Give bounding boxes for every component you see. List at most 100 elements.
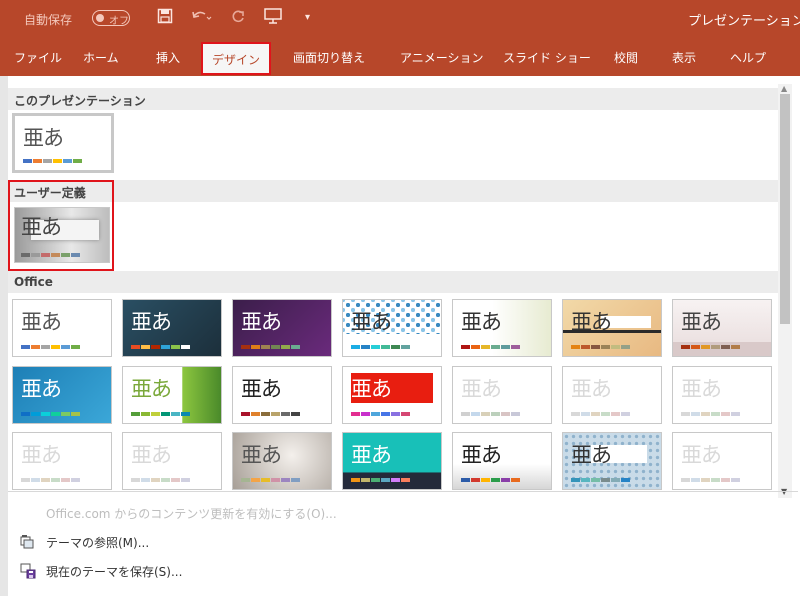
theme-thumbnail-current[interactable]: 亜あ [12,113,114,173]
section-header-office: Office [8,271,778,293]
color-swatches [681,478,740,482]
color-swatches [241,412,300,416]
theme-sample-text: 亜あ [21,443,62,467]
theme-thumbnail-office-13[interactable]: 亜あ [562,366,662,424]
gallery-scrollbar[interactable]: ▲ ▼ [778,84,792,498]
scrollbar-thumb[interactable] [780,94,790,324]
theme-sample-text: 亜あ [681,443,722,467]
theme-sample-text: 亜あ [351,443,392,467]
theme-sample-text: 亜あ [681,377,722,401]
start-slideshow-icon[interactable] [264,8,282,29]
tab-review[interactable]: 校閲 [614,49,638,66]
theme-thumbnail-custom[interactable]: 亜あ [14,207,110,263]
menu-update-from-office[interactable]: Office.com からのコンテンツ更新を有効にする(O)... [8,501,778,525]
theme-thumbnail-office-20[interactable]: 亜あ [562,432,662,490]
color-swatches [571,478,630,482]
theme-thumbnail-office-7[interactable]: 亜あ [672,299,772,357]
scroll-up-arrow-icon[interactable]: ▲ [781,84,787,93]
title-bar: 自動保存 オフ ▾ プレゼンテーション [0,0,800,40]
color-swatches [461,412,520,416]
color-swatches [461,478,520,482]
theme-sample-text: 亜あ [461,377,502,401]
theme-thumbnail-office-8[interactable]: 亜あ [12,366,112,424]
color-swatches [351,345,410,349]
menu-label: Office.com からのコンテンツ更新を有効にする(O)... [46,507,337,521]
theme-sample-text: 亜あ [241,443,282,467]
theme-sample-text: 亜あ [351,377,392,401]
toggle-knob [96,14,104,22]
theme-sample-text: 亜あ [571,310,612,334]
theme-thumbnail-office-6[interactable]: 亜あ [562,299,662,357]
section-header-custom: ユーザー定義 [8,180,778,202]
color-swatches [23,159,82,163]
tab-slideshow[interactable]: スライド ショー [503,49,591,66]
theme-sample-text: 亜あ [461,443,502,467]
menu-label: テーマの参照(M)... [46,536,150,550]
browse-themes-icon [20,534,36,550]
theme-thumbnail-office-11[interactable]: 亜あ [342,366,442,424]
color-swatches [351,478,410,482]
color-swatches [131,412,190,416]
autosave-toggle[interactable]: オフ [92,10,130,27]
theme-thumbnail-office-18[interactable]: 亜あ [342,432,442,490]
theme-thumbnail-office-21[interactable]: 亜あ [672,432,772,490]
theme-thumbnail-office-17[interactable]: 亜あ [232,432,332,490]
tab-file[interactable]: ファイル [14,49,62,66]
color-swatches [21,412,80,416]
color-swatches [21,345,80,349]
color-swatches [351,412,410,416]
color-swatches [21,478,80,482]
app-title: プレゼンテーション [688,14,800,29]
color-swatches [571,412,630,416]
theme-sample-text: 亜あ [241,377,282,401]
menu-divider [8,491,798,492]
color-swatches [131,345,190,349]
color-swatches [571,345,630,349]
color-swatches [21,253,80,257]
theme-sample-text: 亜あ [23,126,64,150]
tab-animations[interactable]: アニメーション [400,49,484,66]
theme-sample-text: 亜あ [681,310,722,334]
theme-thumbnail-office-2[interactable]: 亜あ [122,299,222,357]
tab-design-label: デザイン [211,53,260,67]
theme-sample-text: 亜あ [571,443,612,467]
tab-design[interactable]: デザイン [201,42,271,75]
theme-thumbnail-office-10[interactable]: 亜あ [232,366,332,424]
tab-insert[interactable]: 挿入 [156,49,180,66]
theme-thumbnail-office-14[interactable]: 亜あ [672,366,772,424]
theme-sample-text: 亜あ [131,377,172,401]
menu-save-current-theme[interactable]: 現在のテーマを保存(S)... [8,559,778,583]
theme-sample-text: 亜あ [131,443,172,467]
menu-browse-themes[interactable]: テーマの参照(M)... [8,530,778,554]
theme-thumbnail-office-3[interactable]: 亜あ [232,299,332,357]
ribbon-tab-bar: ファイル ホーム 挿入 画面切り替え アニメーション スライド ショー 校閲 表… [0,40,800,76]
tab-help[interactable]: ヘルプ [730,49,766,66]
theme-thumbnail-office-1[interactable]: 亜あ [12,299,112,357]
tab-transitions[interactable]: 画面切り替え [293,49,365,66]
autosave-label: 自動保存 [24,13,73,27]
theme-thumbnail-office-9[interactable]: 亜あ [122,366,222,424]
section-header-this-presentation: このプレゼンテーション [8,88,778,110]
save-theme-icon [20,563,36,579]
theme-thumbnail-office-19[interactable]: 亜あ [452,432,552,490]
theme-sample-text: 亜あ [131,310,172,334]
theme-thumbnail-office-5[interactable]: 亜あ [452,299,552,357]
tab-home[interactable]: ホーム [83,49,119,66]
color-swatches [241,345,300,349]
theme-sample-text: 亜あ [21,310,62,334]
color-swatches [241,478,300,482]
customize-qat-icon[interactable]: ▾ [305,8,310,28]
theme-thumbnail-office-16[interactable]: 亜あ [122,432,222,490]
save-icon[interactable] [157,8,173,29]
theme-thumbnail-office-4[interactable]: 亜あ [342,299,442,357]
theme-sample-text: 亜あ [461,310,502,334]
tab-view[interactable]: 表示 [672,49,696,66]
color-swatches [681,345,740,349]
theme-sample-text: 亜あ [571,377,612,401]
theme-thumbnail-office-12[interactable]: 亜あ [452,366,552,424]
undo-icon[interactable] [190,8,212,29]
theme-sample-text: 亜あ [351,310,392,334]
autosave-state: オフ [109,16,129,27]
theme-thumbnail-office-15[interactable]: 亜あ [12,432,112,490]
redo-icon[interactable] [230,8,246,29]
